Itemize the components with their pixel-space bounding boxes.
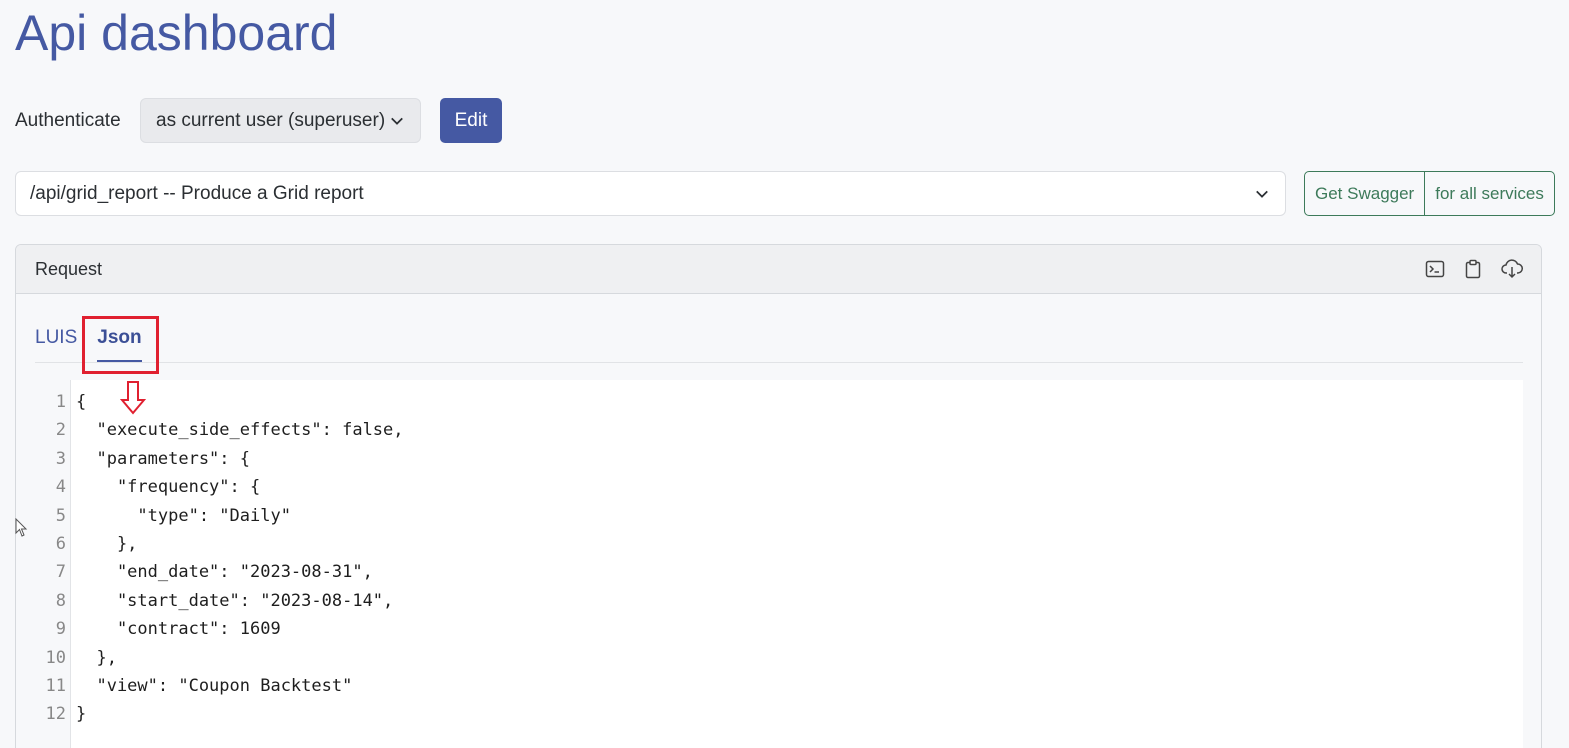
line-number: 1	[55, 392, 66, 412]
chevron-down-icon	[1256, 190, 1268, 198]
cloud-download-icon[interactable]	[1501, 259, 1523, 279]
code-line: },	[76, 647, 117, 668]
code-line: "execute_side_effects": false,	[76, 420, 404, 441]
line-number: 11	[45, 675, 66, 696]
code-line: }	[76, 704, 87, 725]
json-editor[interactable]: 1 2 3 4 5 6 7 8 9 10 11 12 { "execute_side_effects"…	[36, 380, 1523, 748]
code-line: "contract": 1609	[76, 619, 281, 640]
chevron-down-icon	[391, 117, 403, 125]
code-line: "end_date": "2023-08-31",	[76, 562, 373, 583]
request-card-header: Request	[16, 245, 1541, 294]
auth-row: Authenticate as current user (superuser)…	[15, 98, 502, 143]
line-number: 8	[55, 590, 66, 611]
tab-json[interactable]: Json	[97, 317, 142, 362]
edit-button[interactable]: Edit	[440, 98, 502, 143]
request-header-actions	[1425, 259, 1523, 279]
line-number: 6	[55, 533, 66, 554]
line-number: 7	[55, 562, 66, 583]
clipboard-icon[interactable]	[1463, 259, 1483, 279]
get-swagger-button[interactable]: Get Swagger	[1305, 172, 1424, 215]
line-number-gutter: 1 2 3 4 5 6 7 8 9 10 11 12	[36, 380, 71, 748]
code-line: "parameters": {	[76, 448, 250, 469]
code-line: },	[76, 533, 138, 554]
endpoint-select[interactable]: /api/grid_report -- Produce a Grid repor…	[15, 171, 1286, 216]
auth-select[interactable]: as current user (superuser)	[140, 98, 421, 143]
arrow-down-icon	[120, 381, 146, 415]
line-number: 10	[45, 647, 66, 668]
code-line: "start_date": "2023-08-14",	[76, 590, 394, 611]
terminal-icon[interactable]	[1425, 259, 1445, 279]
tab-luis[interactable]: LUIS	[35, 317, 77, 362]
auth-label: Authenticate	[15, 109, 121, 131]
code-line: "view": "Coupon Backtest"	[76, 675, 353, 696]
swagger-button-group: Get Swagger for all services	[1304, 171, 1555, 216]
line-number: 3	[55, 448, 66, 469]
code-area[interactable]: { "execute_side_effects": false, "parame…	[71, 380, 404, 748]
page-title: Api dashboard	[15, 5, 338, 61]
line-number: 2	[55, 420, 66, 441]
line-number: 12	[45, 704, 66, 725]
line-number: 9	[55, 619, 66, 640]
endpoint-select-value: /api/grid_report -- Produce a Grid repor…	[30, 182, 364, 204]
code-line: "frequency": {	[76, 477, 261, 498]
request-title: Request	[35, 258, 103, 279]
code-line: "type": "Daily"	[76, 505, 291, 526]
swagger-all-services-button[interactable]: for all services	[1424, 172, 1554, 215]
line-number: 4	[55, 477, 66, 498]
request-tabs: LUIS Json	[35, 317, 1523, 363]
mouse-cursor-icon	[15, 518, 28, 537]
request-card: Request LUIS Json 1 2 3 4 5 6 7 8 9 10 11 12 { "exe…	[15, 244, 1542, 748]
line-number: 5	[55, 505, 66, 526]
auth-select-value: as current user (superuser)	[156, 109, 386, 131]
